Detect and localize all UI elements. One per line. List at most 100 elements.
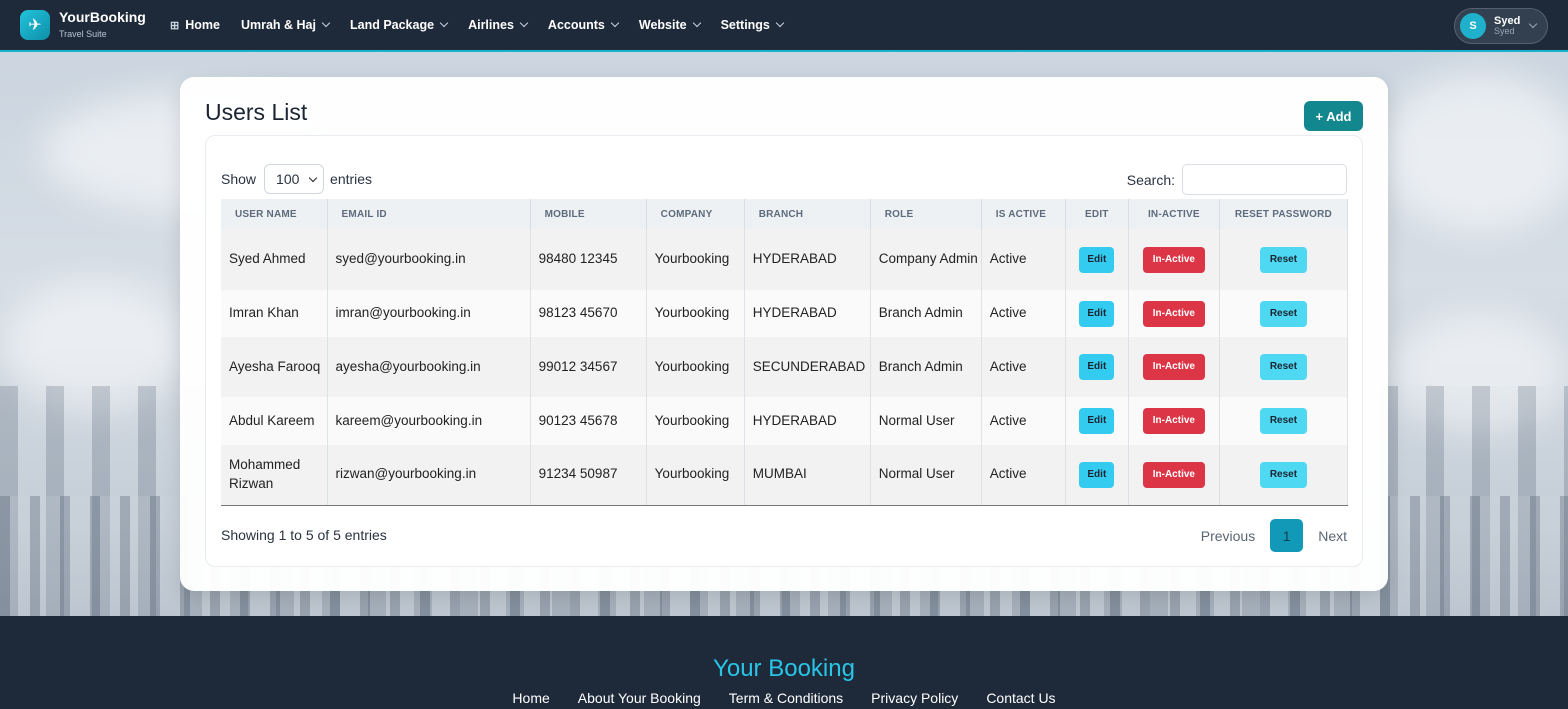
nav-item-accounts[interactable]: Accounts <box>547 18 620 32</box>
nav-label: Home <box>185 18 220 32</box>
column-header[interactable]: RESET PASSWORD <box>1219 199 1349 229</box>
table-body: Syed Ahmed syed@yourbooking.in 98480 12345… <box>221 229 1349 506</box>
column-header[interactable]: ROLE <box>870 199 982 229</box>
edit-button[interactable]: Edit <box>1079 461 1115 488</box>
edit-button[interactable]: Edit <box>1079 246 1115 273</box>
main-nav: ⊞ Home Umrah & Haj Land Package Airlines Acco… <box>170 18 804 32</box>
cell-mobile: 99012 34567 <box>530 337 647 397</box>
search-input[interactable] <box>1182 164 1347 195</box>
edit-button[interactable]: Edit <box>1079 354 1115 380</box>
deactivate-button[interactable]: In-Active <box>1142 300 1205 327</box>
chevron-down-icon <box>610 18 620 28</box>
cell-mobile: 91234 50987 <box>530 445 647 506</box>
reset-password-button[interactable]: Reset <box>1259 408 1308 434</box>
cell-inactive: In-Active <box>1128 229 1220 290</box>
nav-item-land-package[interactable]: Land Package <box>350 18 449 32</box>
nav-item-settings[interactable]: Settings <box>720 18 785 32</box>
column-header[interactable]: MOBILE <box>530 199 647 229</box>
deactivate-button[interactable]: In-Active <box>1142 246 1205 273</box>
nav-item-umrah-haj[interactable]: Umrah & Haj <box>241 18 331 32</box>
column-header[interactable]: COMPANY <box>646 199 745 229</box>
table-row: Mohammed Rizwan rizwan@yourbooking.in 9123… <box>221 445 1349 506</box>
brand[interactable]: ✈ YourBooking Travel Suite <box>20 9 170 40</box>
entries-select[interactable]: 100 <box>264 164 325 194</box>
entries-label: entries <box>330 171 373 187</box>
footer-link[interactable]: Term & Conditions <box>729 690 843 706</box>
cell-role: Branch Admin <box>870 337 982 397</box>
footer-title: Your Booking <box>713 655 855 682</box>
nav-label: Airlines <box>468 18 514 32</box>
deactivate-button[interactable]: In-Active <box>1142 408 1205 434</box>
column-header[interactable]: EDIT <box>1065 199 1129 229</box>
cell-reset: Reset <box>1219 290 1349 337</box>
column-header[interactable]: USER NAME <box>221 199 328 229</box>
column-header[interactable]: BRANCH <box>744 199 871 229</box>
chevron-down-icon <box>439 18 449 28</box>
grid-icon: ⊞ <box>170 19 180 32</box>
cell-role: Normal User <box>870 397 982 445</box>
cell-active: Active <box>981 445 1066 506</box>
avatar: S <box>1460 13 1486 39</box>
table-row: Ayesha Farooq ayesha@yourbooking.in 99012 … <box>221 337 1349 397</box>
top-navbar: ✈ YourBooking Travel Suite ⊞ Home Umrah & … <box>0 0 1568 52</box>
previous-button[interactable]: Previous <box>1201 528 1255 544</box>
cell-name: Ayesha Farooq <box>221 337 328 397</box>
chevron-down-icon <box>519 18 529 28</box>
user-role: Syed <box>1494 26 1515 37</box>
cell-role: Company Admin <box>870 229 982 290</box>
column-header[interactable]: IN-ACTIVE <box>1128 199 1220 229</box>
brand-subtitle: Travel Suite <box>59 28 107 39</box>
users-table: USER NAME EMAIL ID MOBILE COMPANY BRANCH ROLE… <box>221 199 1349 506</box>
deactivate-button[interactable]: In-Active <box>1142 461 1205 488</box>
users-card: Users List + Add Show 100 entries Search… <box>180 77 1388 591</box>
footer-link[interactable]: Home <box>512 690 549 706</box>
entries-control: Show 100 entries <box>221 164 372 194</box>
reset-password-button[interactable]: Reset <box>1259 461 1308 488</box>
cell-edit: Edit <box>1065 290 1129 337</box>
pagination: Previous 1 Next <box>1201 519 1347 552</box>
edit-button[interactable]: Edit <box>1079 300 1115 327</box>
page-1-button[interactable]: 1 <box>1270 519 1304 552</box>
cell-mobile: 90123 45678 <box>530 397 647 445</box>
page-title: Users List <box>205 99 308 125</box>
cell-company: Yourbooking <box>646 445 745 506</box>
add-user-button[interactable]: + Add <box>1304 101 1363 131</box>
reset-password-button[interactable]: Reset <box>1259 354 1308 380</box>
cell-branch: HYDERABAD <box>744 229 871 290</box>
nav-item-airlines[interactable]: Airlines <box>468 18 529 32</box>
column-header[interactable]: IS ACTIVE <box>981 199 1066 229</box>
nav-item-website[interactable]: Website <box>638 18 701 32</box>
footer: Your Booking Home About Your Booking Term … <box>0 616 1568 709</box>
cell-company: Yourbooking <box>646 337 745 397</box>
cell-inactive: In-Active <box>1128 290 1220 337</box>
reset-password-button[interactable]: Reset <box>1259 300 1308 327</box>
column-header[interactable]: EMAIL ID <box>327 199 531 229</box>
cell-active: Active <box>981 337 1066 397</box>
next-button[interactable]: Next <box>1318 528 1347 544</box>
cell-email: imran@yourbooking.in <box>327 290 531 337</box>
cell-inactive: In-Active <box>1128 445 1220 506</box>
reset-password-button[interactable]: Reset <box>1259 246 1308 273</box>
footer-link[interactable]: Contact Us <box>986 690 1055 706</box>
cell-email: syed@yourbooking.in <box>327 229 531 290</box>
table-row: Syed Ahmed syed@yourbooking.in 98480 12345… <box>221 229 1349 290</box>
deactivate-button[interactable]: In-Active <box>1142 354 1205 380</box>
pagination-info: Showing 1 to 5 of 5 entries <box>221 527 387 543</box>
cell-name: Syed Ahmed <box>221 229 328 290</box>
cell-edit: Edit <box>1065 397 1129 445</box>
footer-link[interactable]: Privacy Policy <box>871 690 958 706</box>
cell-branch: HYDERABAD <box>744 397 871 445</box>
cell-name: Abdul Kareem <box>221 397 328 445</box>
nav-label: Website <box>638 18 687 32</box>
cell-edit: Edit <box>1065 337 1129 397</box>
edit-button[interactable]: Edit <box>1079 408 1115 434</box>
cell-email: ayesha@yourbooking.in <box>327 337 531 397</box>
cell-inactive: In-Active <box>1128 337 1220 397</box>
nav-label: Settings <box>720 18 770 32</box>
footer-link[interactable]: About Your Booking <box>578 690 701 706</box>
user-menu[interactable]: S Syed Syed <box>1454 8 1548 44</box>
nav-item-home[interactable]: ⊞ Home <box>170 18 220 32</box>
cell-role: Branch Admin <box>870 290 982 337</box>
nav-label: Accounts <box>547 18 605 32</box>
cell-role: Normal User <box>870 445 982 506</box>
